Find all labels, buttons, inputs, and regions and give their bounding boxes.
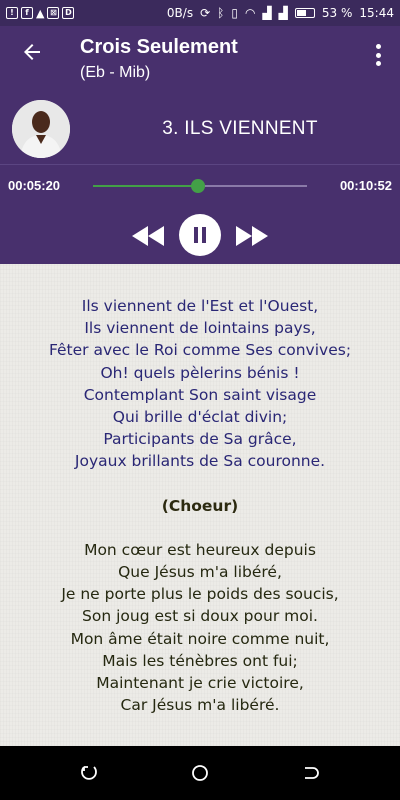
vibrate-icon: ▯ [231,6,238,20]
lyric-line: Je ne porte plus le poids des soucis, [61,585,339,604]
system-nav-bar [0,746,400,800]
rewind-icon[interactable] [130,224,166,248]
sync-icon: ⟳ [200,6,211,20]
lyric-line: Car Jésus m'a libéré. [120,696,280,715]
pause-button[interactable] [179,214,221,256]
lyric-line: Mais les ténèbres ont fui; [102,651,298,670]
seek-bar-thumb[interactable] [190,179,205,193]
back-arrow-icon[interactable] [20,40,44,64]
artist-avatar [12,100,70,158]
song-title: 3. ILS VIENNENT [162,118,318,139]
facebook-icon: f [21,7,33,19]
current-time: 00:05:20 [8,178,61,193]
lyric-line: Maintenant je crie victoire, [96,674,304,693]
wifi-icon: ◠ [244,6,256,20]
battery-icon [294,8,315,18]
bluetooth-icon: ᛒ [217,6,225,20]
gallery-icon: ⊠ [47,7,60,19]
lyric-line: Joyaux brillants de Sa couronne. [74,452,326,471]
clock: 15:44 [359,6,394,20]
page-title: Crois Seulement [80,36,238,58]
chorus: Mon cœur est heureux depuis Que Jésus m'… [0,539,400,717]
verse-1: Ils viennent de l'Est et l'Ouest, Ils vi… [0,295,400,473]
lyric-line: Participants de Sa grâce, [103,430,297,449]
lyric-line: Qui brille d'éclat divin; [112,408,288,427]
seek-bar[interactable] [93,179,307,193]
back-nav-icon[interactable] [302,764,320,782]
lyric-line: Mon âme était noire comme nuit, [70,629,330,648]
recent-apps-icon[interactable] [80,764,98,782]
lyric-line: Mon cœur est heureux depuis [84,540,316,559]
lyric-line: Ils viennent de l'Est et l'Ouest, [81,297,319,315]
more-options-icon[interactable] [376,44,382,66]
player-panel: 3. ILS VIENNENT 00:05:20 00:10:52 [0,90,400,264]
seek-bar-progress [93,185,198,187]
battery-percent: 53 % [321,6,353,20]
playback-controls [0,214,400,256]
lyric-line: Contemplant Son saint visage [83,385,317,404]
chorus-heading: (Choeur) [161,496,239,515]
total-time: 00:10:52 [339,178,392,193]
status-bar: ! f ▲ ⊠ D 0B/s ⟳ ᛒ ▯ ◠ ▟ ▟ 53 % 15:44 [0,0,400,26]
notification-icon: ! [6,7,18,19]
signal-icon: ▟ [262,6,272,20]
twitter-icon: ▲ [36,6,45,20]
lyrics-panel: Ils viennent de l'Est et l'Ouest, Ils vi… [0,264,400,746]
app-bar: Crois Seulement (Eb - Mib) [0,26,400,90]
divider [0,164,400,165]
lyric-line: Que Jésus m'a libéré, [118,563,282,582]
network-speed: 0B/s [166,6,194,20]
lyric-line: Son joug est si doux pour moi. [82,607,318,626]
page-subtitle: (Eb - Mib) [80,64,151,81]
signal2-icon: ▟ [278,6,288,20]
home-icon[interactable] [191,764,209,782]
lyric-line: Oh! quels pèlerins bénis ! [100,363,300,382]
fast-forward-icon[interactable] [234,224,270,248]
file-icon: D [62,7,75,19]
lyric-line: Ils viennent de lointains pays, [84,319,316,338]
lyric-line: Fêter avec le Roi comme Ses convives; [48,341,352,360]
